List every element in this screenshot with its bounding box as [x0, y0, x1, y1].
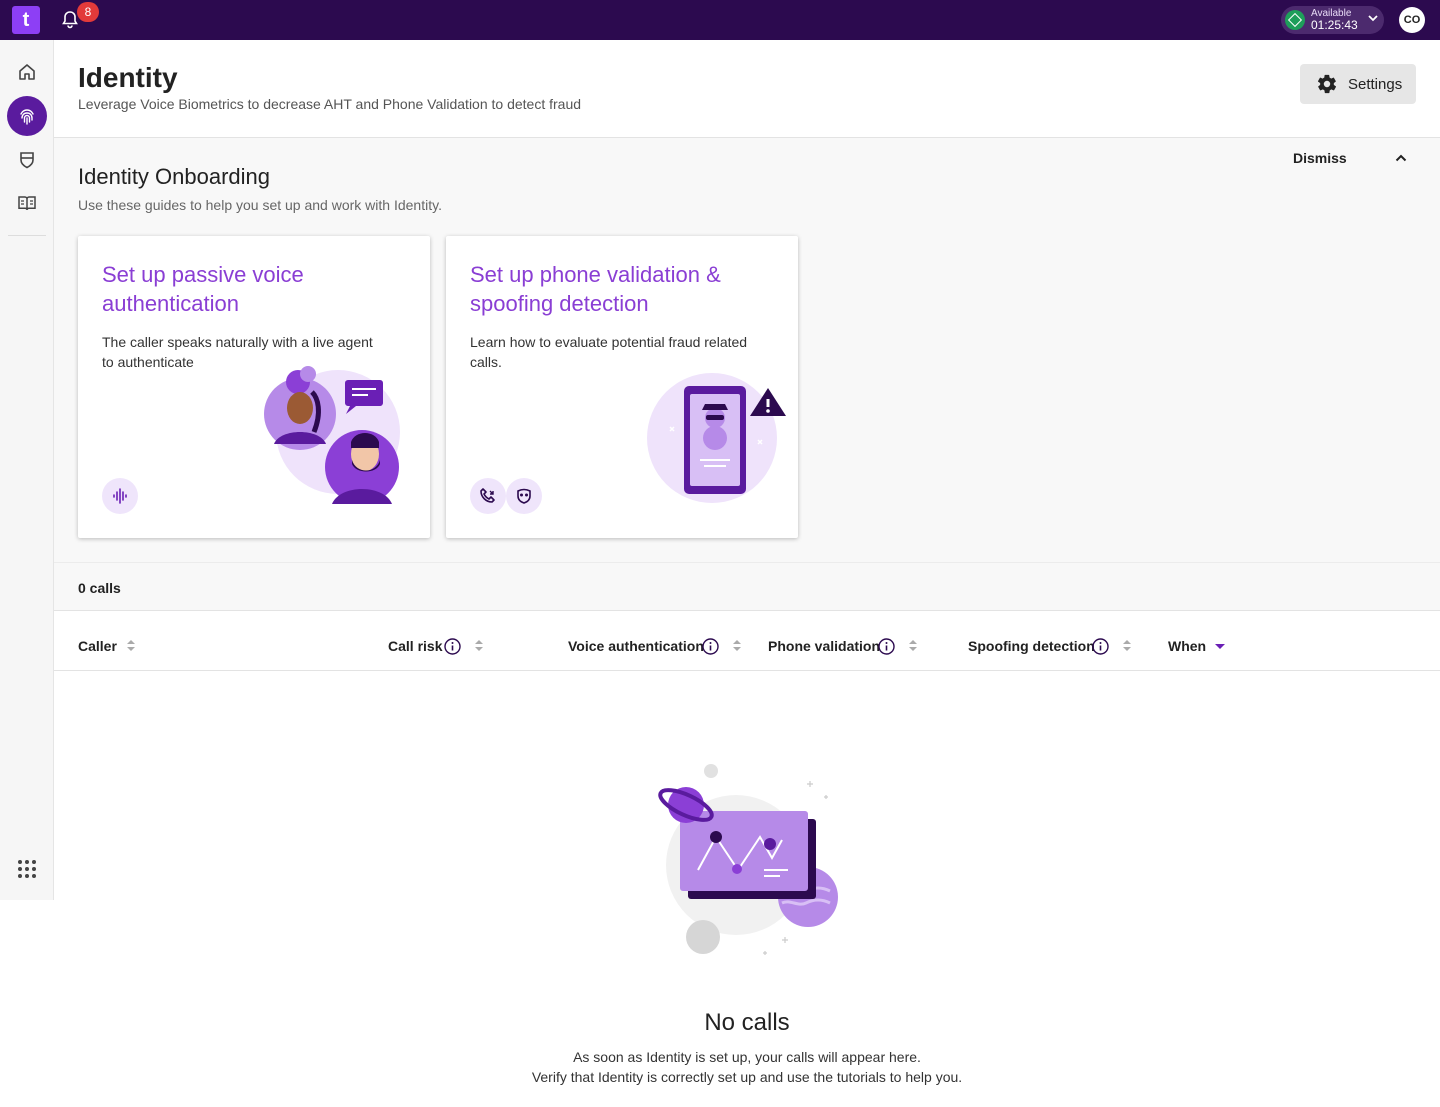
info-icon[interactable]: [702, 638, 719, 655]
sort-icon[interactable]: [909, 640, 917, 652]
apps-grid-icon[interactable]: [17, 859, 37, 879]
settings-button-label: Settings: [1348, 76, 1403, 93]
spoof-mask-icon: [506, 478, 542, 514]
column-header-spoofing-detection[interactable]: Spoofing detection: [968, 638, 1095, 654]
calls-count: 0 calls: [78, 580, 121, 596]
card-title[interactable]: Set up phone validation & spoofing detec…: [470, 260, 770, 318]
empty-state-message-line-1: As soon as Identity is set up, your call…: [573, 1049, 921, 1065]
chevron-up-icon[interactable]: [1394, 151, 1408, 165]
page-title: Identity: [78, 62, 178, 93]
settings-button[interactable]: Settings: [1300, 64, 1416, 104]
column-header-caller[interactable]: Caller: [78, 638, 117, 654]
empty-state-illustration: [658, 764, 838, 955]
book-icon: [18, 196, 36, 211]
column-header-call-risk[interactable]: Call risk: [388, 638, 442, 654]
sidebar-item-home[interactable]: [7, 52, 47, 92]
sidebar: [0, 40, 54, 900]
chevron-down-icon: [1367, 12, 1379, 27]
notifications-count-badge: 8: [77, 2, 99, 22]
sidebar-item-identity[interactable]: [7, 96, 47, 136]
top-bar: t 8 Available 01:25:43 CO: [0, 0, 1440, 40]
onboarding-subtitle: Use these guides to help you set up and …: [78, 197, 442, 213]
empty-state-title: No calls: [704, 1009, 790, 1036]
shield-icon: [20, 152, 34, 169]
sort-icon[interactable]: [127, 640, 135, 652]
logo-text: t: [22, 9, 30, 31]
column-header-phone-validation[interactable]: Phone validation: [768, 638, 880, 654]
card-description: Learn how to evaluate potential fraud re…: [470, 334, 748, 370]
calls-table-header: Caller Call risk Voice authentication Ph…: [54, 611, 1440, 671]
page-subtitle: Leverage Voice Biometrics to decrease AH…: [78, 96, 582, 112]
sidebar-divider: [8, 235, 46, 236]
phone-call-icon: [470, 478, 506, 514]
onboarding-section: Identity Onboarding Use these guides to …: [54, 138, 1440, 562]
sort-icon[interactable]: [733, 640, 741, 652]
agent-status-selector[interactable]: Available 01:25:43: [1281, 6, 1384, 34]
sidebar-item-security[interactable]: [7, 140, 47, 180]
info-icon[interactable]: [1092, 638, 1109, 655]
user-avatar[interactable]: CO: [1399, 7, 1425, 33]
sidebar-item-docs[interactable]: [7, 183, 47, 223]
info-icon[interactable]: [878, 638, 895, 655]
dismiss-button[interactable]: Dismiss: [1293, 150, 1347, 166]
onboarding-title: Identity Onboarding: [78, 164, 271, 189]
available-status-icon: [1285, 10, 1305, 30]
phone-validation-guide-card[interactable]: Set up phone validation & spoofing detec…: [446, 236, 798, 538]
calls-count-bar: 0 calls: [54, 562, 1440, 611]
column-header-voice-authentication[interactable]: Voice authentication: [568, 638, 704, 654]
app-logo[interactable]: t: [12, 6, 40, 34]
phone-validation-illustration: [647, 373, 786, 503]
sort-icon[interactable]: [475, 640, 483, 652]
status-timer: 01:25:43: [1311, 18, 1358, 32]
voice-wave-icon: [102, 478, 138, 514]
voice-auth-illustration: [264, 366, 400, 504]
sort-icon[interactable]: [1123, 640, 1131, 652]
voice-auth-guide-card[interactable]: Set up passive voice authentication The …: [78, 236, 430, 538]
column-header-when[interactable]: When: [1168, 638, 1206, 654]
fingerprint-icon: [20, 109, 34, 125]
home-icon: [19, 64, 35, 80]
sort-descending-icon[interactable]: [1215, 644, 1225, 649]
page-header: Identity Leverage Voice Biometrics to de…: [54, 40, 1440, 138]
info-icon[interactable]: [444, 638, 461, 655]
gear-icon: [1317, 74, 1337, 94]
card-title[interactable]: Set up passive voice authentication: [102, 260, 402, 318]
empty-state-message-line-2: Verify that Identity is correctly set up…: [531, 1069, 963, 1085]
